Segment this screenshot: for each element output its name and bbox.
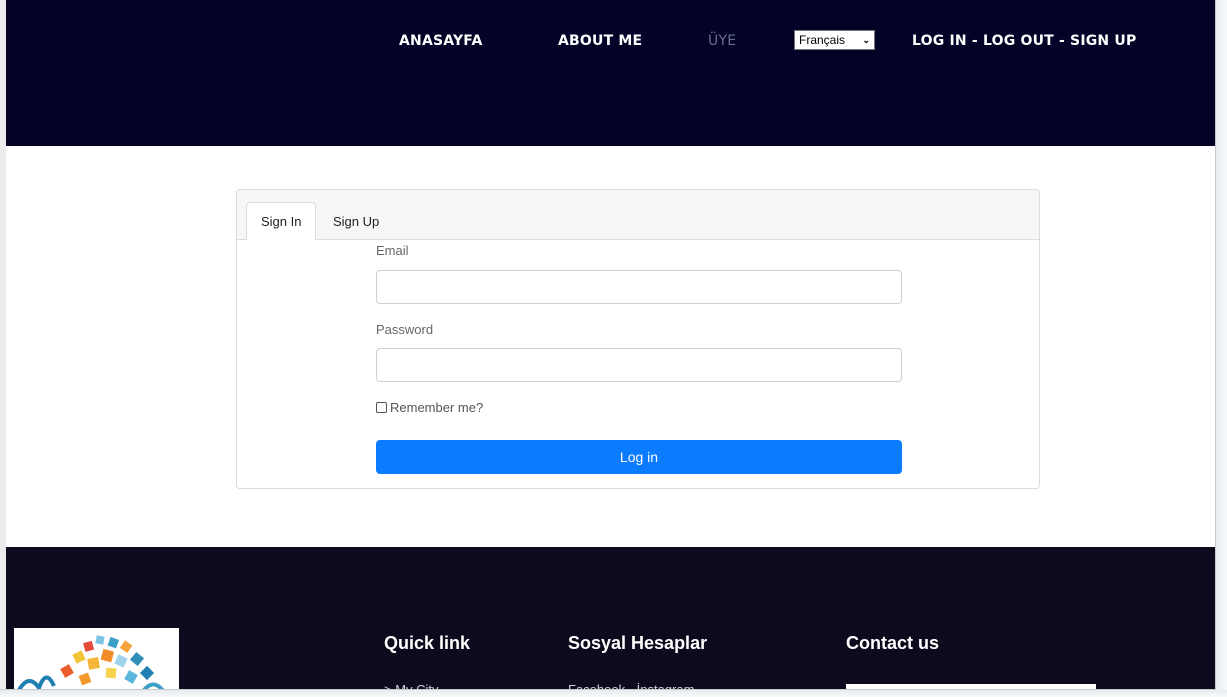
password-label: Password <box>376 322 434 337</box>
window-shadow-right <box>1216 0 1227 697</box>
quick-link-item[interactable]: > My City <box>384 682 439 689</box>
nav-auth-link[interactable]: LOG IN - LOG OUT - SIGN UP <box>912 33 1136 49</box>
contact-us-title: Contact us <box>846 633 940 653</box>
language-selected-value: Français <box>799 33 846 47</box>
remember-me: Remember me? <box>376 400 483 415</box>
browser-viewport: ANASAYFA ABOUT ME ÜYE Français ⌄ LOG IN … <box>0 0 1216 690</box>
language-select[interactable]: Français ⌄ <box>794 30 875 50</box>
auth-card: Sign In Sign Up Email Password Remember … <box>236 189 1040 489</box>
tab-sign-up[interactable]: Sign Up <box>319 202 393 240</box>
chevron-down-icon: ⌄ <box>862 34 870 45</box>
top-navbar: ANASAYFA ABOUT ME ÜYE Français ⌄ LOG IN … <box>6 0 1215 146</box>
email-field[interactable] <box>376 270 902 304</box>
remember-checkbox[interactable] <box>376 402 387 413</box>
nav-home-link[interactable]: ANASAYFA <box>399 33 483 49</box>
tab-sign-in[interactable]: Sign In <box>246 202 317 241</box>
nav-member-link[interactable]: ÜYE <box>708 33 736 49</box>
login-button[interactable]: Log in <box>376 440 902 474</box>
site-logo <box>14 628 179 689</box>
social-links[interactable]: Facebook - İnstagram <box>568 682 694 689</box>
logo-mosaic-icon <box>17 635 165 689</box>
auth-tabs: Sign In Sign Up <box>237 190 1039 241</box>
nav-about-link[interactable]: ABOUT ME <box>558 33 642 49</box>
window-shadow-bottom <box>0 690 1227 697</box>
password-field[interactable] <box>376 348 902 382</box>
remember-label: Remember me? <box>390 400 484 415</box>
quick-link-title: Quick link <box>384 633 471 653</box>
email-label: Email <box>376 243 409 258</box>
site-footer: Quick link > My City Sosyal Hesaplar Fac… <box>6 547 1215 689</box>
social-accounts-title: Sosyal Hesaplar <box>568 633 708 653</box>
